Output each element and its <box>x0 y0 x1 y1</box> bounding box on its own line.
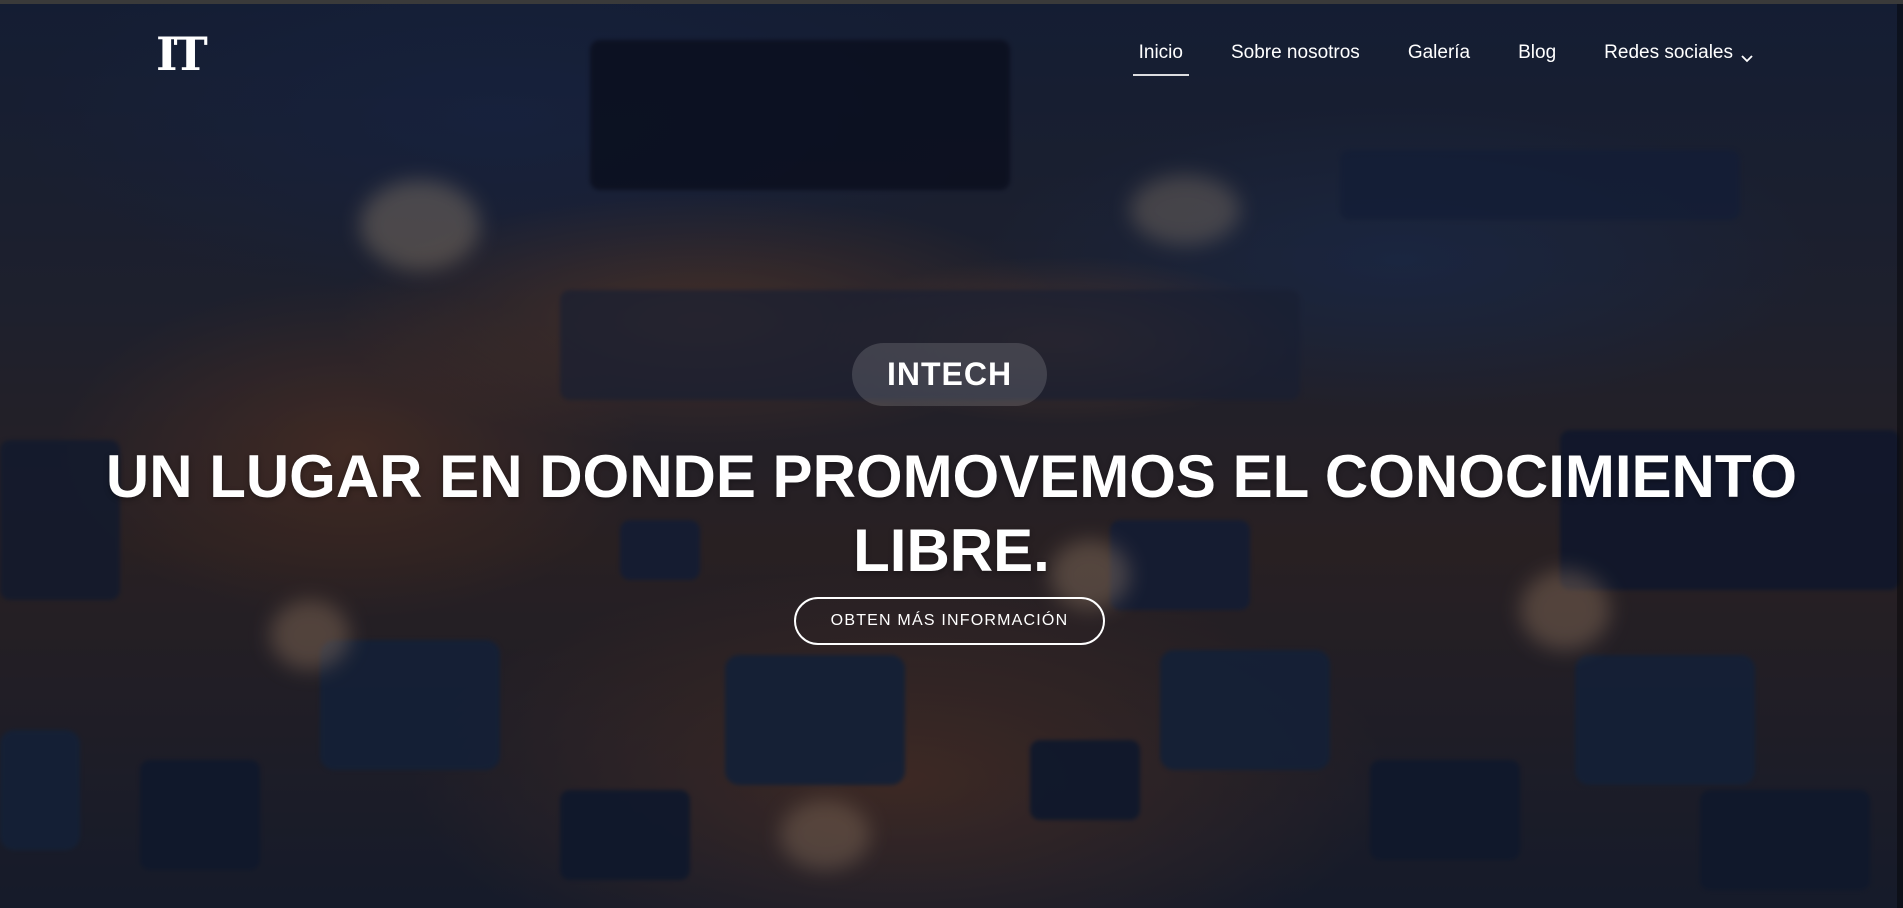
nav-item-label: Blog <box>1518 42 1557 63</box>
nav-item-label: Sobre nosotros <box>1230 42 1360 63</box>
main-navigation: Inicio Sobre nosotros Galería Blog Redes… <box>1132 38 1757 76</box>
hero-headline: UN LUGAR EN DONDE PROMOVEMOS EL CONOCIMI… <box>60 440 1843 588</box>
nav-item-label: Inicio <box>1138 42 1183 63</box>
nav-item-inicio[interactable]: Inicio <box>1132 38 1190 76</box>
nav-item-label: Galería <box>1407 42 1471 63</box>
more-info-button[interactable]: OBTEN MÁS INFORMACIÓN <box>794 597 1105 645</box>
hero-headline-line-1: UN LUGAR EN DONDE PROMOVEMOS EL CONOCIMI… <box>105 443 1798 510</box>
window-top-border <box>0 0 1903 4</box>
hero-headline-line-2: LIBRE. <box>853 517 1050 584</box>
site-logo[interactable]: IT <box>156 30 208 78</box>
window-right-edge <box>1897 4 1903 908</box>
nav-item-redes-sociales[interactable]: Redes sociales <box>1598 38 1757 76</box>
nav-item-galeria[interactable]: Galería <box>1402 38 1476 76</box>
brand-badge: INTECH <box>852 343 1047 406</box>
nav-item-label: Redes sociales <box>1604 42 1733 63</box>
chevron-down-icon <box>1741 48 1753 63</box>
nav-item-blog[interactable]: Blog <box>1512 38 1562 76</box>
nav-item-sobre-nosotros[interactable]: Sobre nosotros <box>1225 38 1366 76</box>
